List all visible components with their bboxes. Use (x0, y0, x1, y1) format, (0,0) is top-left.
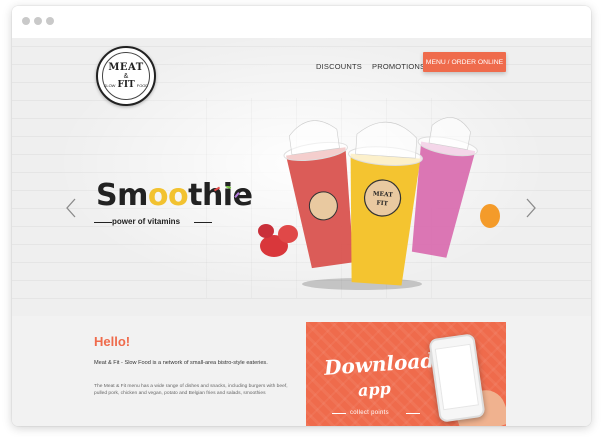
intro-text: Meat & Fit - Slow Food is a network of s… (94, 360, 268, 366)
hero-title-part1: Sm (96, 178, 148, 213)
download-app-banner[interactable]: Download app collect points (306, 322, 506, 426)
window-control-dot[interactable] (34, 17, 42, 25)
hero-subtitle: power of vitamins (112, 217, 181, 226)
nav-link-discounts[interactable]: DISCOUNTS (316, 62, 362, 71)
section-heading: Hello! (94, 334, 131, 349)
website-page: MEAT & SLOW FIT FOOD DISCOUNTS PROMOTION… (12, 38, 591, 426)
confetti-decoration (213, 186, 240, 198)
browser-window: MEAT & SLOW FIT FOOD DISCOUNTS PROMOTION… (12, 6, 591, 426)
hero-slider: MEAT & SLOW FIT FOOD DISCOUNTS PROMOTION… (12, 38, 591, 316)
chevron-right-icon (526, 198, 536, 218)
nav-link-promotions[interactable]: PROMOTIONS (372, 62, 425, 71)
banner-caption: collect points (350, 410, 389, 416)
window-control-dot[interactable] (46, 17, 54, 25)
window-control-dot[interactable] (22, 17, 30, 25)
cup-label-top: MEAT (373, 190, 394, 198)
banner-rule-right (406, 413, 420, 414)
logo-ring (102, 52, 150, 100)
phone-screen (434, 343, 479, 411)
chevron-left-icon (66, 198, 76, 218)
hero-title-highlight: oo (147, 178, 189, 213)
slider-next-button[interactable] (524, 198, 538, 220)
cup-label-mid: FIT (376, 200, 389, 208)
subtitle-rule-left (94, 222, 112, 223)
banner-subtitle: app (357, 378, 392, 401)
smoothie-cups-illustration: MEAT FIT (258, 117, 500, 286)
body-text: The Meat & Fit menu has a wide range of … (94, 384, 288, 396)
banner-rule-left (332, 413, 346, 414)
window-titlebar (12, 6, 591, 38)
menu-order-online-button[interactable]: MENU / ORDER ONLINE (423, 52, 506, 72)
slider-prev-button[interactable] (64, 198, 78, 220)
site-logo[interactable]: MEAT & SLOW FIT FOOD (96, 46, 156, 106)
subtitle-rule-right (194, 222, 212, 223)
